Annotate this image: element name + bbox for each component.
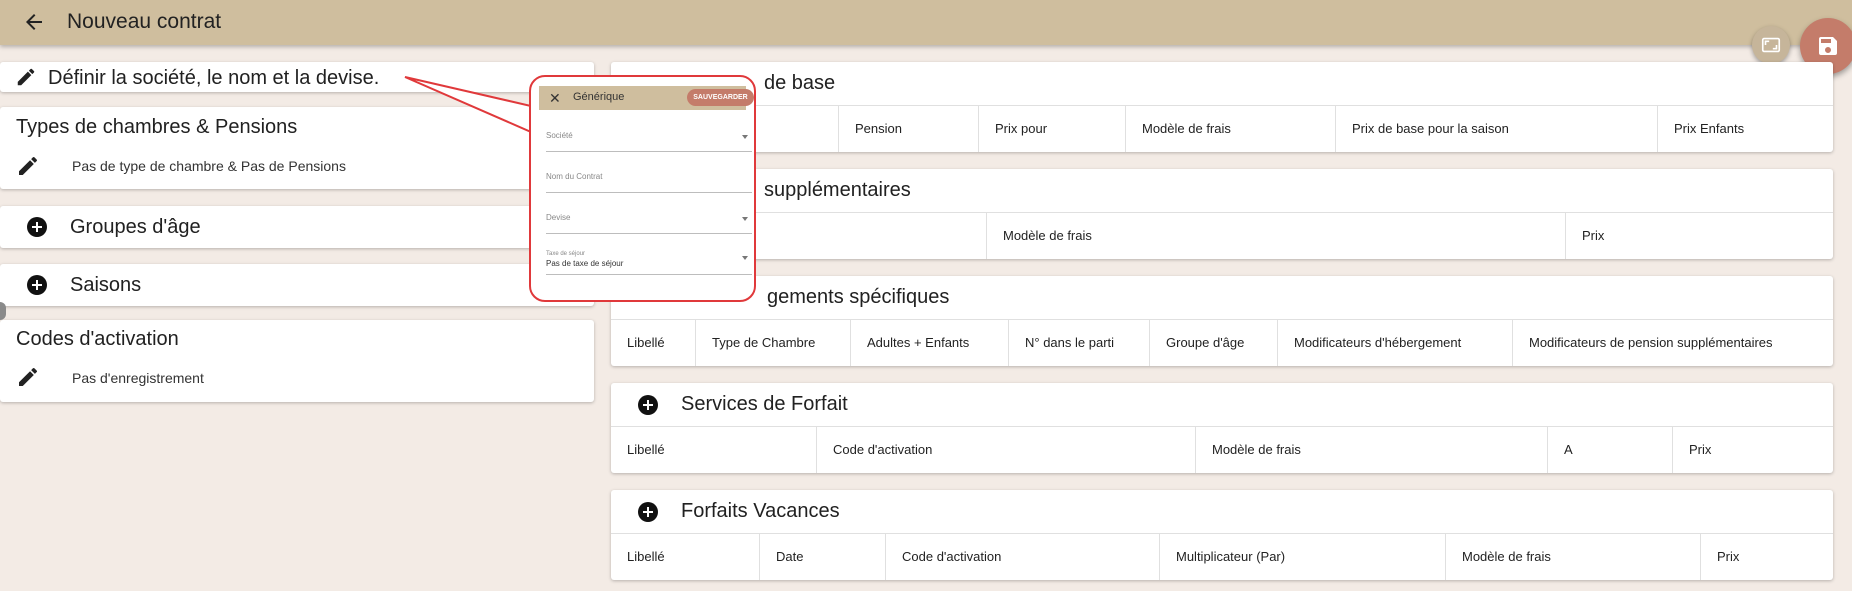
plus-circle-icon[interactable] — [25, 215, 49, 239]
pencil-icon[interactable] — [16, 365, 40, 389]
tourist-tax-select[interactable]: Taxe de séjour Pas de taxe de séjour — [546, 251, 752, 275]
column-header[interactable]: N° dans le parti — [1008, 320, 1149, 366]
column-header[interactable]: Prix — [1565, 213, 1833, 259]
table-header: Libellé Code d'activation Modèle de frai… — [611, 426, 1833, 473]
column-header[interactable]: A — [1547, 427, 1672, 473]
column-header[interactable]: Libellé — [611, 534, 759, 580]
field-value: Pas de taxe de séjour — [546, 259, 624, 268]
plus-circle-icon[interactable] — [636, 500, 660, 524]
room-types-card: Types de chambres & Pensions Pas de type… — [0, 107, 594, 189]
currency-select[interactable]: Devise — [546, 213, 752, 234]
generic-settings-popup: ✕ Générique SAUVEGARDER Société Nom du C… — [529, 75, 756, 302]
table-header: Libellé Date Code d'activation Multiplic… — [611, 533, 1833, 580]
column-header[interactable]: Prix — [1672, 427, 1833, 473]
table-header: Pension Prix pour Modèle de frais Prix d… — [611, 105, 1833, 152]
table-header: Libellé Type de Chambre Adultes + Enfant… — [611, 319, 1833, 366]
column-header[interactable]: Prix pour — [978, 106, 1125, 152]
panel-title: supplémentaires — [764, 179, 911, 201]
chevron-down-icon — [742, 135, 748, 139]
column-header[interactable]: Prix Enfants — [1657, 106, 1833, 152]
panel-title: Forfaits Vacances — [681, 500, 840, 522]
field-label: Nom du Contrat — [546, 172, 603, 181]
company-select[interactable]: Société — [546, 131, 752, 152]
chevron-down-icon — [742, 217, 748, 221]
chevron-down-icon — [742, 256, 748, 260]
column-header[interactable]: Date — [759, 534, 885, 580]
fullscreen-button[interactable] — [1752, 26, 1790, 64]
activation-codes-title: Codes d'activation — [16, 328, 179, 350]
room-types-title: Types de chambres & Pensions — [16, 116, 298, 138]
popup-title: Générique — [573, 91, 625, 103]
panel-title: de base — [764, 72, 836, 94]
scroll-handle[interactable] — [0, 302, 6, 320]
column-header[interactable]: Modificateurs de pension supplémentaires — [1512, 320, 1833, 366]
column-header[interactable]: Libellé — [611, 320, 695, 366]
column-header[interactable]: Libellé — [611, 427, 816, 473]
column-header[interactable]: Modèle de frais — [1445, 534, 1700, 580]
floppy-disk-icon — [1819, 37, 1837, 55]
seasons-title: Saisons — [70, 274, 142, 296]
popup-header: ✕ Générique SAUVEGARDER — [539, 86, 754, 110]
page-title: Nouveau contrat — [67, 10, 222, 33]
arrow-left-icon[interactable] — [22, 10, 46, 34]
column-header[interactable]: Code d'activation — [885, 534, 1159, 580]
specific-accommodations-panel: gements spécifiques Libellé Type de Cham… — [611, 276, 1833, 366]
panel-title: Services de Forfait — [681, 393, 848, 415]
room-types-subtitle: Pas de type de chambre & Pas de Pensions — [72, 158, 346, 174]
holiday-packages-panel: Forfaits Vacances Libellé Date Code d'ac… — [611, 490, 1833, 580]
activation-codes-card: Codes d'activation Pas d'enregistrement — [0, 320, 594, 402]
popup-save-button[interactable]: SAUVEGARDER — [687, 89, 754, 106]
age-groups-card: Groupes d'âge — [0, 206, 594, 248]
column-header[interactable]: Pension — [838, 106, 978, 152]
close-icon[interactable]: ✕ — [549, 90, 561, 107]
column-header[interactable]: Modificateurs d'hébergement — [1277, 320, 1512, 366]
column-header[interactable]: Code d'activation — [816, 427, 1195, 473]
field-label: Société — [546, 131, 573, 140]
package-services-panel: Services de Forfait Libellé Code d'activ… — [611, 383, 1833, 473]
fullscreen-icon — [1761, 37, 1781, 53]
contract-name-field[interactable]: Nom du Contrat — [546, 172, 752, 193]
panel-title: gements spécifiques — [767, 286, 950, 308]
column-header[interactable]: Modèle de frais — [986, 213, 1565, 259]
field-label: Taxe de séjour — [546, 251, 586, 257]
base-prices-panel: de base Pension Prix pour Modèle de frai… — [611, 62, 1833, 152]
age-groups-title: Groupes d'âge — [70, 216, 201, 238]
define-company-title: Définir la société, le nom et la devise. — [48, 67, 380, 89]
seasons-card: Saisons — [0, 264, 594, 306]
column-header[interactable]: Groupe d'âge — [1149, 320, 1277, 366]
column-header[interactable]: Prix — [1700, 534, 1833, 580]
field-label: Devise — [546, 213, 571, 222]
supplements-panel: supplémentaires Modèle de frais Prix — [611, 169, 1833, 259]
plus-circle-icon[interactable] — [25, 273, 49, 297]
column-header[interactable]: Prix de base pour la saison — [1335, 106, 1657, 152]
column-header[interactable]: Modèle de frais — [1195, 427, 1547, 473]
pencil-icon[interactable] — [16, 154, 40, 178]
column-header[interactable]: Modèle de frais — [1125, 106, 1335, 152]
define-company-card[interactable]: Définir la société, le nom et la devise. — [0, 62, 594, 92]
table-header: Modèle de frais Prix — [611, 212, 1833, 259]
plus-circle-icon[interactable] — [636, 393, 660, 417]
column-header[interactable]: Adultes + Enfants — [850, 320, 1008, 366]
pencil-icon[interactable] — [15, 66, 37, 88]
activation-codes-subtitle: Pas d'enregistrement — [72, 370, 204, 386]
column-header[interactable]: Multiplicateur (Par) — [1159, 534, 1445, 580]
top-app-bar: Nouveau contrat — [0, 0, 1852, 45]
column-header[interactable]: Type de Chambre — [695, 320, 850, 366]
